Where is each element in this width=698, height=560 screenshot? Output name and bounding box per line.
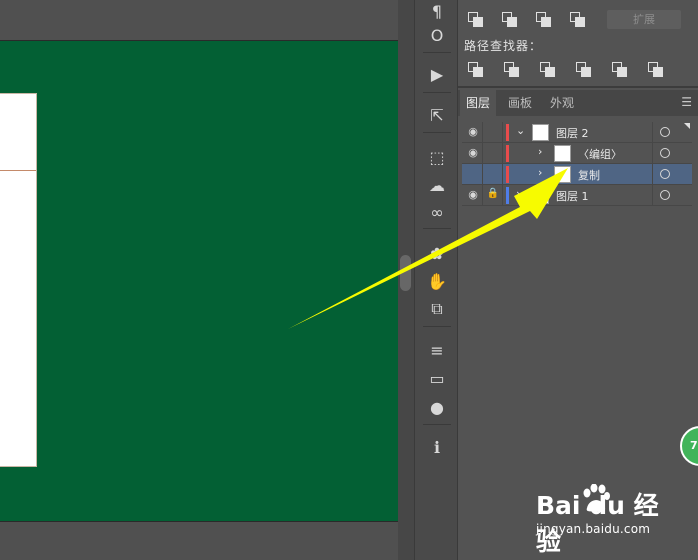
minus-front-icon[interactable]	[500, 10, 518, 28]
layer-name[interactable]: 〈编组〉	[578, 146, 622, 162]
target-circle-icon[interactable]	[660, 148, 670, 158]
layer-thumbnail	[532, 187, 549, 204]
canvas-scrollbar[interactable]	[398, 0, 414, 560]
gradient-tool-icon[interactable]: ▭	[425, 367, 449, 389]
divide-icon[interactable]	[466, 60, 484, 78]
layer-row[interactable]: › 复制	[462, 164, 692, 185]
panel-menu-icon[interactable]: ☰	[681, 95, 692, 109]
target-circle-icon[interactable]	[660, 190, 670, 200]
chevron-right-icon[interactable]: ›	[538, 166, 550, 182]
layers-tabs: 图层 画板 外观 ☰	[458, 90, 698, 116]
column-divider	[652, 143, 653, 164]
transform-tool-icon[interactable]: ⬚	[425, 146, 449, 168]
puppet-warp-icon[interactable]: ✋	[425, 270, 449, 292]
expand-button[interactable]: 扩展	[607, 10, 681, 29]
column-divider	[482, 143, 483, 164]
column-divider	[502, 185, 503, 206]
baidu-watermark: Bai du 经验 jingyan.baidu.com	[536, 484, 676, 556]
lock-icon[interactable]: 🔒	[486, 188, 500, 202]
layer-row[interactable]: ◉ ⌄ 图层 2	[462, 122, 692, 143]
exclude-icon[interactable]	[568, 10, 586, 28]
panel-icon-strip: ¶ O ▶ ⇱ ⬚ ☁ ∞ ✿ ✋ ⧉ ≡ ▭ ● ℹ	[414, 0, 458, 560]
tool-divider	[423, 52, 451, 53]
lock-icon[interactable]	[486, 167, 500, 181]
layer-thumbnail	[532, 124, 549, 141]
chevron-right-icon[interactable]: ›	[538, 145, 550, 161]
tool-divider	[423, 132, 451, 133]
transparency-tool-icon[interactable]: ●	[425, 396, 449, 418]
tool-divider	[423, 228, 451, 229]
canvas-area[interactable]	[0, 0, 400, 560]
target-circle-icon[interactable]	[660, 169, 670, 179]
chevron-down-icon[interactable]: ⌄	[516, 124, 528, 140]
intersect-icon[interactable]	[534, 10, 552, 28]
tool-divider	[423, 92, 451, 93]
tab-layers[interactable]: 图层	[460, 90, 497, 116]
pathfinder-label: 路径查找器：	[464, 39, 543, 53]
layer-color-bar	[506, 145, 509, 162]
baidu-url: jingyan.baidu.com	[536, 522, 651, 536]
actions-play-icon[interactable]: ▶	[425, 63, 449, 85]
merge-icon[interactable]	[538, 60, 556, 78]
minus-back-icon[interactable]	[646, 60, 664, 78]
layers-list: ◉ ⌄ 图层 2 ◉ › 〈编组〉 › 复制 ◉ 🔒 › 图层 1	[462, 122, 692, 206]
tool-divider	[423, 326, 451, 327]
layer-thumbnail	[554, 166, 571, 183]
visibility-eye-icon[interactable]: ◉	[465, 188, 481, 202]
links-tool-icon[interactable]: ∞	[425, 201, 449, 223]
baidu-paw-icon	[583, 484, 610, 512]
layer-name[interactable]: 图层 1	[556, 188, 589, 204]
scrollbar-thumb[interactable]	[400, 255, 411, 291]
artboard[interactable]	[0, 40, 400, 522]
column-divider	[502, 143, 503, 164]
export-tool-icon[interactable]: ⇱	[425, 104, 449, 126]
symbol-sprayer-icon[interactable]: ✿	[425, 242, 449, 264]
chevron-right-icon[interactable]: ›	[516, 187, 528, 203]
panel-divider	[458, 86, 698, 88]
column-divider	[652, 164, 653, 185]
crop-icon[interactable]	[574, 60, 592, 78]
layer-row[interactable]: ◉ › 〈编组〉	[462, 143, 692, 164]
layer-color-bar	[506, 124, 509, 141]
layer-row[interactable]: ◉ 🔒 › 图层 1	[462, 185, 692, 206]
cc-libraries-icon[interactable]: ☁	[425, 174, 449, 196]
opentype-tool-icon[interactable]: O	[425, 24, 449, 46]
column-divider	[482, 164, 483, 185]
layer-name[interactable]: 图层 2	[556, 125, 589, 141]
align-tool-icon[interactable]: ≡	[425, 339, 449, 361]
tool-divider	[423, 424, 451, 425]
visibility-eye-icon[interactable]: ◉	[465, 146, 481, 160]
pathfinders-row	[466, 60, 664, 78]
target-circle-icon[interactable]	[660, 127, 670, 137]
outline-icon[interactable]	[610, 60, 628, 78]
column-divider	[502, 122, 503, 143]
column-divider	[482, 185, 483, 206]
lock-icon[interactable]	[486, 125, 500, 139]
unite-icon[interactable]	[466, 10, 484, 28]
tab-appearance[interactable]: 外观	[544, 90, 580, 116]
column-divider	[652, 122, 653, 143]
illustrator-window: ¶ O ▶ ⇱ ⬚ ☁ ∞ ✿ ✋ ⧉ ≡ ▭ ● ℹ 扩展 路径查找器： 图层 画板 外观 ☰	[0, 0, 698, 560]
white-rectangle-object[interactable]	[0, 93, 37, 467]
layer-thumbnail	[554, 145, 571, 162]
selection-edge	[0, 170, 36, 171]
trim-icon[interactable]	[502, 60, 520, 78]
info-tool-icon[interactable]: ℹ	[425, 436, 449, 458]
layer-color-bar	[506, 166, 509, 183]
column-divider	[502, 164, 503, 185]
artboard-tool-icon[interactable]: ⧉	[425, 298, 449, 320]
visibility-eye-icon[interactable]	[465, 167, 481, 181]
lock-icon[interactable]	[486, 146, 500, 160]
paragraph-tool-icon[interactable]: ¶	[425, 0, 449, 22]
layer-color-bar	[506, 187, 509, 204]
shape-modes-row	[466, 10, 586, 28]
tab-artboards[interactable]: 画板	[502, 90, 538, 116]
right-panel: 扩展 路径查找器： 图层 画板 外观 ☰ ◉ ⌄ 图层 2 ◉ › 〈编组〉 › 复制 ◉ 🔒 › 图…	[458, 0, 698, 560]
column-divider	[482, 122, 483, 143]
column-divider	[652, 185, 653, 206]
layer-name[interactable]: 复制	[578, 167, 600, 183]
visibility-eye-icon[interactable]: ◉	[465, 125, 481, 139]
